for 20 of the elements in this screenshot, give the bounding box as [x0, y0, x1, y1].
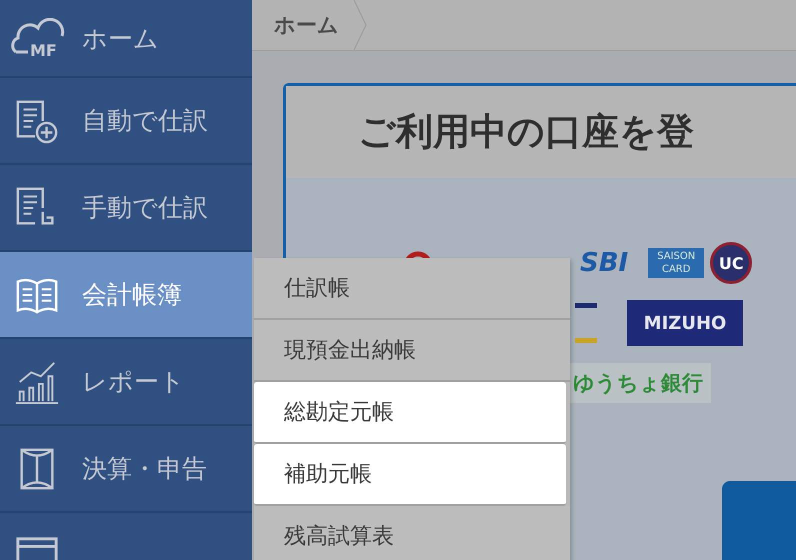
menu-item[interactable]: 総勘定元帳 — [254, 382, 566, 444]
breadcrumb-item[interactable]: ホーム — [252, 11, 353, 39]
menu-item[interactable]: 仕訳帳 — [254, 258, 570, 320]
menu-item[interactable]: 補助元帳 — [254, 444, 566, 506]
nav-item[interactable]: 会計帳簿 — [0, 252, 252, 339]
nav-label: ホーム — [82, 22, 159, 54]
nav-label: 手動で仕訳 — [82, 192, 208, 224]
document-plus-icon — [14, 98, 60, 144]
menu-item[interactable]: 残高試算表 — [254, 506, 570, 560]
bank-logo: SBI — [580, 248, 628, 278]
nav-label: 会計帳簿 — [82, 279, 182, 311]
card-logo-stripes — [575, 303, 597, 343]
nav-label: レポート — [82, 366, 185, 398]
nav-label: 自動で仕訳 — [82, 105, 208, 137]
bank-logo: MIZUHO — [627, 300, 743, 346]
card-logo: SAISON CARD — [648, 248, 704, 278]
menu-item[interactable]: 現預金出納帳 — [254, 320, 570, 382]
nav-label: 決算・申告 — [82, 453, 207, 485]
card-logo: UC — [710, 242, 752, 284]
card-title: ご利用中の口座を登 — [358, 109, 694, 155]
